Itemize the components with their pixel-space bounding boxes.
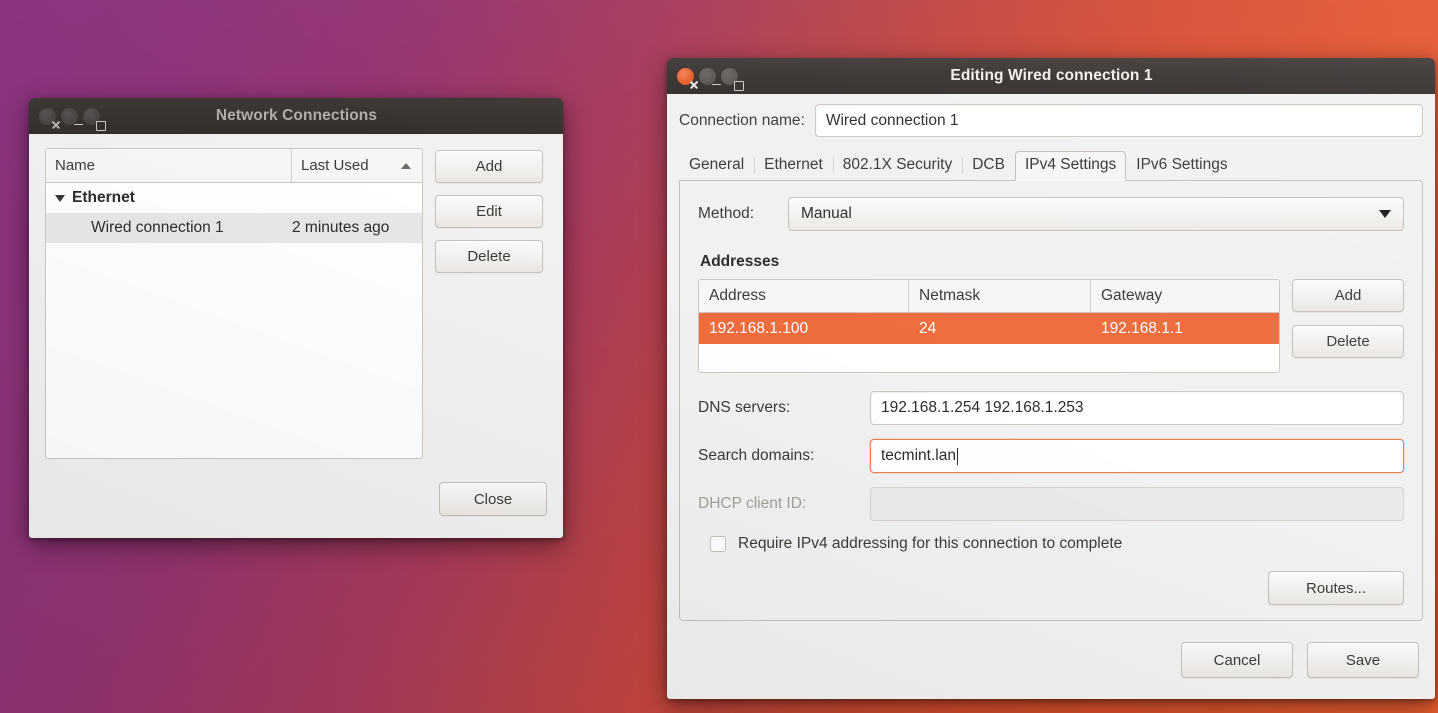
save-button[interactable]: Save <box>1307 642 1419 678</box>
dns-servers-row: DNS servers: 192.168.1.254 192.168.1.253 <box>698 391 1404 425</box>
connections-list-header: Name Last Used <box>46 149 422 183</box>
method-label: Method: <box>698 205 774 223</box>
minimize-icon[interactable] <box>61 108 78 125</box>
column-header-address[interactable]: Address <box>699 280 909 312</box>
dns-servers-label: DNS servers: <box>698 399 856 417</box>
window-controls[interactable] <box>677 68 738 85</box>
ipv4-settings-panel: Method: Manual Addresses Address Netmask… <box>679 180 1423 621</box>
addresses-actions: Add Delete <box>1292 279 1404 373</box>
network-connections-window[interactable]: Network Connections Name Last Used Ether… <box>29 98 563 538</box>
column-header-name[interactable]: Name <box>46 149 292 182</box>
delete-connection-button[interactable]: Delete <box>435 240 543 273</box>
minimize-icon[interactable] <box>699 68 716 85</box>
list-item-name: Wired connection 1 <box>46 219 292 237</box>
list-group-ethernet[interactable]: Ethernet <box>46 183 422 213</box>
add-address-button[interactable]: Add <box>1292 279 1404 312</box>
tab-ipv6-settings[interactable]: IPv6 Settings <box>1126 151 1237 181</box>
chevron-down-icon <box>1379 210 1391 218</box>
maximize-icon[interactable] <box>83 108 100 125</box>
connection-name-label: Connection name: <box>679 112 805 130</box>
list-group-label: Ethernet <box>72 189 135 207</box>
require-ipv4-checkbox[interactable] <box>710 536 726 552</box>
edit-connection-button[interactable]: Edit <box>435 195 543 228</box>
close-icon[interactable] <box>39 108 56 125</box>
addresses-table-header: Address Netmask Gateway <box>699 280 1279 313</box>
maximize-icon[interactable] <box>721 68 738 85</box>
close-window-button[interactable]: Close <box>439 482 547 516</box>
require-ipv4-row[interactable]: Require IPv4 addressing for this connect… <box>710 535 1404 553</box>
connections-area: Name Last Used Ethernet Wired connection… <box>45 148 547 459</box>
tab-general[interactable]: General <box>679 151 754 181</box>
network-connections-title: Network Connections <box>100 107 563 125</box>
require-ipv4-label: Require IPv4 addressing for this connect… <box>738 535 1122 553</box>
network-connections-body: Name Last Used Ethernet Wired connection… <box>29 134 563 538</box>
cell-gateway: 192.168.1.1 <box>1091 320 1279 338</box>
editing-connection-body: Connection name: Wired connection 1 Gene… <box>667 94 1435 699</box>
tab-802-1x-security[interactable]: 802.1X Security <box>833 151 962 181</box>
routes-button[interactable]: Routes... <box>1268 571 1404 605</box>
delete-address-button[interactable]: Delete <box>1292 325 1404 358</box>
search-domains-value: tecmint.lan <box>881 447 956 465</box>
dhcp-client-id-input <box>870 487 1404 521</box>
tab-dcb[interactable]: DCB <box>962 151 1015 181</box>
method-select-value: Manual <box>801 205 852 223</box>
text-cursor <box>957 448 958 465</box>
search-domains-label: Search domains: <box>698 447 856 465</box>
network-connections-footer: Close <box>439 482 547 516</box>
cell-address: 192.168.1.100 <box>699 320 909 338</box>
sort-ascending-icon <box>401 163 411 169</box>
list-item[interactable]: Wired connection 1 2 minutes ago <box>46 213 422 243</box>
addresses-section-title: Addresses <box>700 253 1404 271</box>
column-header-gateway[interactable]: Gateway <box>1091 280 1279 312</box>
tab-ethernet[interactable]: Ethernet <box>754 151 833 181</box>
column-header-last-used-label: Last Used <box>301 157 369 174</box>
cell-netmask: 24 <box>909 320 1091 338</box>
settings-tabs: General Ethernet 802.1X Security DCB IPv… <box>679 149 1423 180</box>
list-item-last-used: 2 minutes ago <box>292 219 422 237</box>
network-connections-titlebar[interactable]: Network Connections <box>29 98 563 134</box>
editing-connection-title: Editing Wired connection 1 <box>738 67 1435 85</box>
method-select[interactable]: Manual <box>788 197 1404 231</box>
connection-name-row: Connection name: Wired connection 1 <box>679 104 1423 137</box>
connection-name-input[interactable]: Wired connection 1 <box>815 104 1423 137</box>
addresses-table[interactable]: Address Netmask Gateway 192.168.1.100 24… <box>698 279 1280 373</box>
editing-connection-footer: Cancel Save <box>679 621 1423 699</box>
connections-list[interactable]: Name Last Used Ethernet Wired connection… <box>45 148 423 459</box>
dhcp-client-id-label: DHCP client ID: <box>698 495 856 513</box>
window-controls[interactable] <box>39 108 100 125</box>
column-header-netmask[interactable]: Netmask <box>909 280 1091 312</box>
routes-row: Routes... <box>698 571 1404 605</box>
close-icon[interactable] <box>677 68 694 85</box>
table-row[interactable]: 192.168.1.100 24 192.168.1.1 <box>699 313 1279 344</box>
add-connection-button[interactable]: Add <box>435 150 543 183</box>
search-domains-input[interactable]: tecmint.lan <box>870 439 1404 473</box>
connections-actions: Add Edit Delete <box>435 148 543 459</box>
tab-ipv4-settings[interactable]: IPv4 Settings <box>1015 151 1126 181</box>
column-header-last-used[interactable]: Last Used <box>292 149 422 182</box>
method-row: Method: Manual <box>698 197 1404 231</box>
addresses-area: Address Netmask Gateway 192.168.1.100 24… <box>698 279 1404 373</box>
dns-servers-input[interactable]: 192.168.1.254 192.168.1.253 <box>870 391 1404 425</box>
chevron-down-icon[interactable] <box>55 195 65 202</box>
editing-connection-titlebar[interactable]: Editing Wired connection 1 <box>667 58 1435 94</box>
dhcp-client-id-row: DHCP client ID: <box>698 487 1404 521</box>
search-domains-row: Search domains: tecmint.lan <box>698 439 1404 473</box>
cancel-button[interactable]: Cancel <box>1181 642 1293 678</box>
editing-connection-window[interactable]: Editing Wired connection 1 Connection na… <box>667 58 1435 699</box>
